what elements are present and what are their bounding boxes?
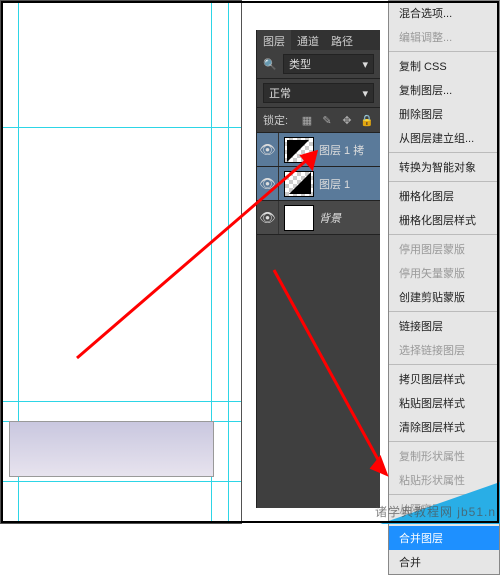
tab-layers[interactable]: 图层 — [257, 30, 291, 50]
menu-separator — [389, 441, 499, 442]
menu-duplicate-layer[interactable]: 复制图层... — [389, 78, 499, 102]
menu-copy-layer-style[interactable]: 拷贝图层样式 — [389, 367, 499, 391]
layer-row[interactable]: 👁 图层 1 拷 — [257, 133, 380, 167]
tab-channels[interactable]: 通道 — [291, 30, 325, 50]
menu-create-clipping-mask[interactable]: 创建剪贴蒙版 — [389, 285, 499, 309]
layers-list: 👁 图层 1 拷 👁 图层 1 👁 背景 — [257, 133, 380, 235]
layer-thumbnail[interactable] — [284, 137, 314, 163]
layer-name[interactable]: 图层 1 — [319, 176, 380, 192]
menu-rasterize-layer[interactable]: 栅格化图层 — [389, 184, 499, 208]
filter-kind-label: 类型 — [289, 56, 311, 72]
menu-rasterize-style[interactable]: 栅格化图层样式 — [389, 208, 499, 232]
chevron-down-icon: ▾ — [362, 58, 368, 71]
menu-disable-vector-mask: 停用矢量蒙版 — [389, 261, 499, 285]
lock-transparency-icon[interactable]: ▦ — [300, 113, 314, 127]
layer-name[interactable]: 图层 1 拷 — [319, 142, 380, 158]
menu-merge-visible[interactable]: 合并 — [389, 550, 499, 574]
lock-label: 锁定: — [263, 112, 288, 128]
layers-panel: 图层 通道 路径 🔍 类型 ▾ 正常 ▾ 锁定: ▦ ✎ ✥ 🔒 👁 图层 1 … — [256, 30, 380, 508]
menu-separator — [389, 234, 499, 235]
layer-row[interactable]: 👁 图层 1 — [257, 167, 380, 201]
menu-merge-layers[interactable]: 合并图层 — [389, 526, 499, 550]
menu-separator — [389, 364, 499, 365]
search-icon[interactable]: 🔍 — [263, 57, 277, 71]
visibility-toggle[interactable]: 👁 — [257, 201, 279, 234]
panel-tabs: 图层 通道 路径 — [257, 30, 380, 50]
lock-paint-icon[interactable]: ✎ — [320, 113, 334, 127]
menu-separator — [389, 51, 499, 52]
document[interactable] — [3, 3, 241, 521]
guide-horizontal[interactable] — [3, 127, 241, 128]
tab-paths[interactable]: 路径 — [325, 30, 359, 50]
layer-row[interactable]: 👁 背景 — [257, 201, 380, 235]
menu-disable-layer-mask: 停用图层蒙版 — [389, 237, 499, 261]
canvas-shape[interactable] — [9, 421, 214, 477]
menu-group-from-layers[interactable]: 从图层建立组... — [389, 126, 499, 150]
menu-convert-smart-object[interactable]: 转换为智能对象 — [389, 155, 499, 179]
menu-link-layers[interactable]: 链接图层 — [389, 314, 499, 338]
menu-separator — [389, 152, 499, 153]
layer-thumbnail[interactable] — [284, 171, 314, 197]
layer-thumbnail[interactable] — [284, 205, 314, 231]
canvas-area[interactable] — [0, 0, 242, 524]
chevron-down-icon: ▾ — [362, 87, 368, 100]
menu-select-linked: 选择链接图层 — [389, 338, 499, 362]
visibility-toggle[interactable]: 👁 — [257, 133, 279, 166]
visibility-toggle[interactable]: 👁 — [257, 167, 279, 200]
blend-mode-dropdown[interactable]: 正常 ▾ — [263, 83, 374, 103]
menu-edit-adjust: 编辑调整... — [389, 25, 499, 49]
guide-vertical[interactable] — [228, 3, 229, 521]
lock-all-icon[interactable]: 🔒 — [360, 113, 374, 127]
menu-paste-layer-style[interactable]: 粘贴图层样式 — [389, 391, 499, 415]
menu-copy-css[interactable]: 复制 CSS — [389, 54, 499, 78]
menu-delete-layer[interactable]: 删除图层 — [389, 102, 499, 126]
layer-name[interactable]: 背景 — [319, 210, 380, 226]
filter-kind-dropdown[interactable]: 类型 ▾ — [283, 54, 374, 74]
guide-horizontal[interactable] — [3, 401, 241, 402]
lock-position-icon[interactable]: ✥ — [340, 113, 354, 127]
menu-copy-shape-attr: 复制形状属性 — [389, 444, 499, 468]
watermark-text: 诸学典教程网 jb51.n — [375, 503, 496, 520]
guide-horizontal[interactable] — [3, 481, 241, 482]
menu-separator — [389, 181, 499, 182]
menu-blend-options[interactable]: 混合选项... — [389, 1, 499, 25]
menu-clear-layer-style[interactable]: 清除图层样式 — [389, 415, 499, 439]
blend-mode-value: 正常 — [269, 85, 291, 101]
menu-separator — [389, 311, 499, 312]
